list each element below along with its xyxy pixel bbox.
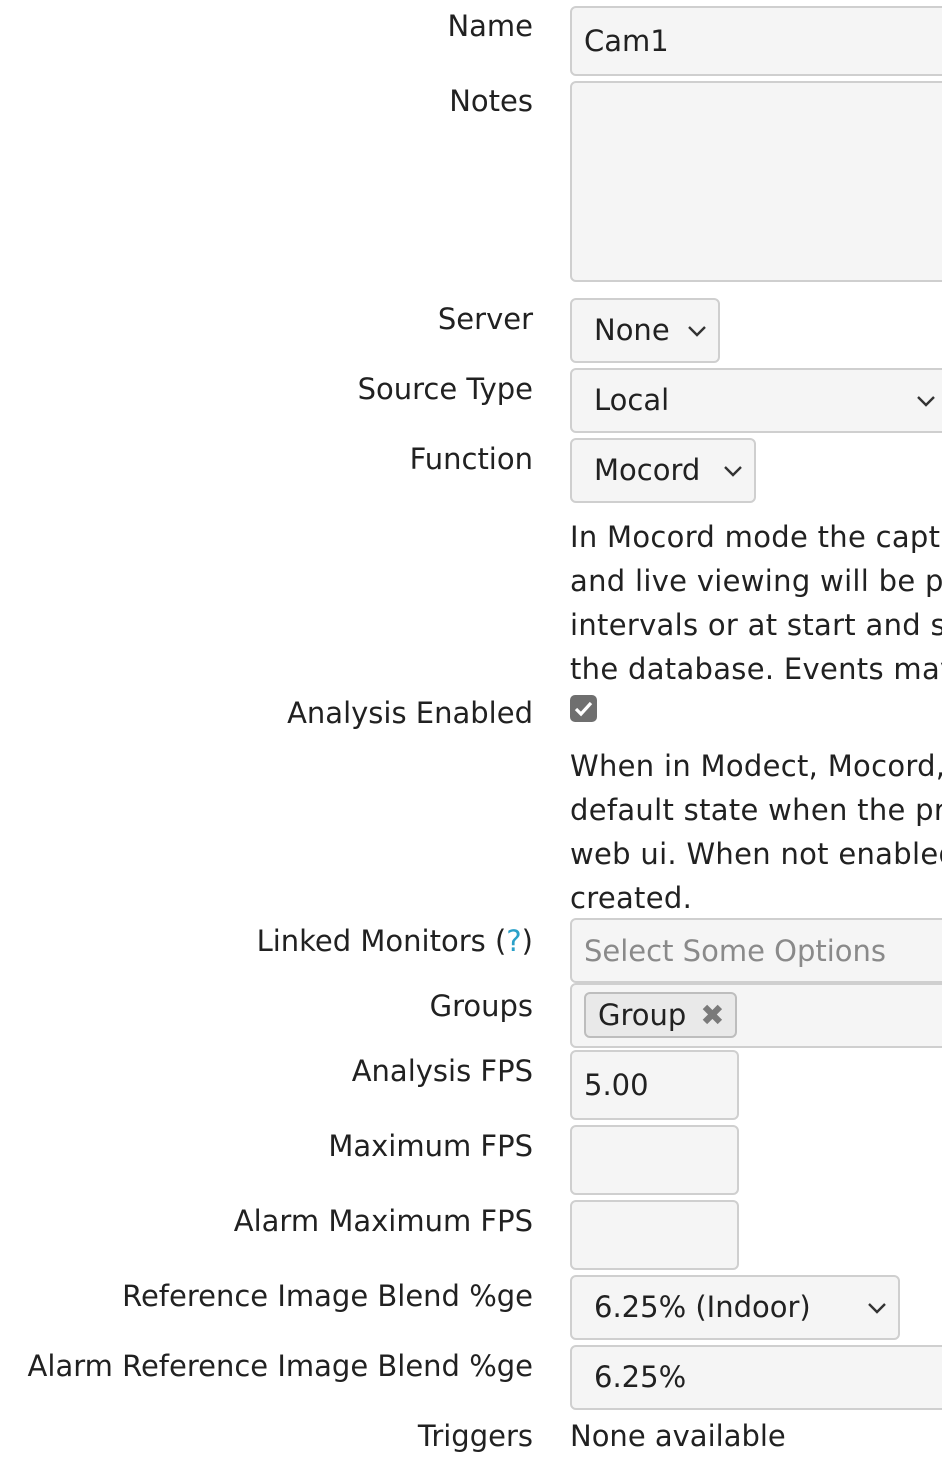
analysis-enabled-label: Analysis Enabled [287, 696, 533, 730]
alarm-ref-blend-select-value: 6.25% [594, 1360, 687, 1394]
triggers-label: Triggers [417, 1419, 533, 1453]
groups-label: Groups [429, 989, 533, 1023]
analysis-help-line: default state when the pr [570, 793, 942, 827]
name-label: Name [447, 9, 533, 43]
source-type-label: Source Type [357, 372, 533, 406]
analysis-help-line: web ui. When not enabled [570, 837, 942, 871]
notes-label: Notes [449, 84, 533, 118]
triggers-value: None available [570, 1419, 786, 1453]
analysis-fps-input[interactable]: 5.00 [570, 1050, 739, 1120]
function-help-line: and live viewing will be p [570, 564, 942, 598]
linked-monitors-placeholder: Select Some Options [584, 934, 887, 968]
source-type-select-value: Local [594, 383, 670, 417]
alarm-ref-blend-select[interactable]: 6.25% [570, 1345, 942, 1410]
ref-blend-label: Reference Image Blend %ge [122, 1279, 533, 1313]
function-help-line: intervals or at start and s [570, 608, 942, 642]
linked-monitors-label-text: Linked Monitors ( [256, 924, 507, 958]
function-help-line: In Mocord mode the capt [570, 520, 941, 554]
server-select-value: None [594, 313, 670, 347]
server-label: Server [437, 302, 533, 336]
analysis-help-line: When in Modect, Mocord, [570, 749, 942, 783]
maximum-fps-input[interactable] [570, 1125, 739, 1195]
checkmark-icon [574, 701, 593, 717]
maximum-fps-label: Maximum FPS [328, 1129, 533, 1163]
chevron-down-icon [724, 465, 742, 477]
analysis-fps-label: Analysis FPS [351, 1054, 533, 1088]
function-label: Function [409, 442, 533, 476]
group-chip-label: Group [598, 998, 687, 1032]
function-select[interactable]: Mocord [570, 438, 756, 503]
ref-blend-select-value: 6.25% (Indoor) [594, 1290, 811, 1324]
function-select-value: Mocord [594, 453, 701, 487]
linked-monitors-help-link[interactable]: ? [506, 924, 521, 958]
groups-multiselect[interactable]: Group ✖ [570, 983, 942, 1048]
ref-blend-select[interactable]: 6.25% (Indoor) [570, 1275, 900, 1340]
server-select[interactable]: None [570, 298, 720, 363]
analysis-enabled-checkbox[interactable] [570, 695, 597, 722]
chevron-down-icon [868, 1302, 886, 1314]
function-help-line: the database. Events may [570, 652, 942, 686]
linked-monitors-label: Linked Monitors (?) [257, 923, 533, 959]
name-input-value: Cam1 [584, 24, 669, 58]
alarm-ref-blend-label: Alarm Reference Image Blend %ge [27, 1349, 533, 1383]
function-help-text: In Mocord mode the capt and live viewing… [570, 515, 942, 691]
linked-monitors-multiselect[interactable]: Select Some Options [570, 918, 942, 983]
group-chip: Group ✖ [584, 992, 737, 1038]
alarm-maximum-fps-input[interactable] [570, 1200, 739, 1270]
alarm-maximum-fps-label: Alarm Maximum FPS [233, 1204, 533, 1238]
chevron-down-icon [917, 395, 935, 407]
linked-monitors-label-end: ) [521, 924, 533, 958]
analysis-fps-value: 5.00 [584, 1068, 649, 1102]
name-input[interactable]: Cam1 [570, 6, 942, 76]
analysis-help-line: created. [570, 881, 693, 915]
analysis-help-text: When in Modect, Mocord, default state wh… [570, 744, 942, 920]
notes-textarea[interactable] [570, 81, 942, 282]
close-icon[interactable]: ✖ [700, 998, 724, 1032]
chevron-down-icon [688, 325, 706, 337]
source-type-select[interactable]: Local [570, 368, 942, 433]
